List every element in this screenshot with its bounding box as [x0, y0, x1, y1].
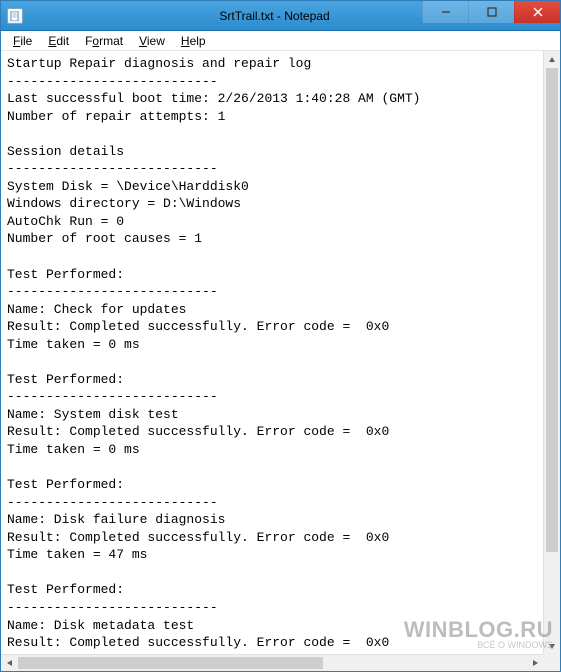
scroll-thumb-vertical[interactable]: [546, 68, 558, 552]
scroll-corner: [543, 654, 560, 671]
bottom-scroll-row: [1, 654, 560, 671]
minimize-button[interactable]: [422, 1, 468, 23]
menu-edit[interactable]: Edit: [40, 32, 77, 50]
maximize-button[interactable]: [468, 1, 514, 23]
menubar: File Edit Format View Help: [1, 31, 560, 51]
scroll-right-button[interactable]: [526, 655, 543, 671]
vertical-scrollbar[interactable]: [543, 51, 560, 654]
content-area: Startup Repair diagnosis and repair log …: [1, 51, 560, 654]
scroll-thumb-horizontal[interactable]: [18, 657, 323, 669]
scroll-down-button[interactable]: [544, 637, 560, 654]
notepad-icon: [7, 8, 23, 24]
menu-view[interactable]: View: [131, 32, 173, 50]
menu-file[interactable]: File: [5, 32, 40, 50]
titlebar[interactable]: SrtTrail.txt - Notepad: [1, 1, 560, 31]
close-button[interactable]: [514, 1, 560, 23]
text-editor[interactable]: Startup Repair diagnosis and repair log …: [1, 51, 543, 654]
window-controls: [422, 1, 560, 23]
notepad-window: SrtTrail.txt - Notepad File Edit Format …: [0, 0, 561, 672]
menu-format[interactable]: Format: [77, 32, 131, 50]
scroll-up-button[interactable]: [544, 51, 560, 68]
scroll-track-vertical[interactable]: [544, 68, 560, 637]
scroll-left-button[interactable]: [1, 655, 18, 671]
scroll-track-horizontal[interactable]: [18, 655, 526, 671]
menu-help[interactable]: Help: [173, 32, 214, 50]
horizontal-scrollbar[interactable]: [1, 654, 543, 671]
